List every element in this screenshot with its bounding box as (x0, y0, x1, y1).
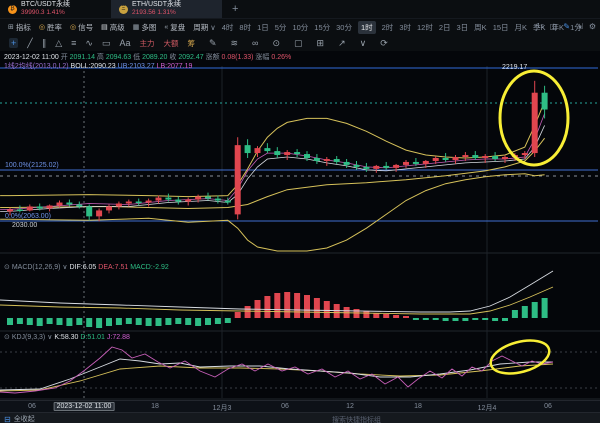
time-axis-label: 06 (281, 403, 289, 410)
indicator-name: 1线2均线(2013,0,L2) (4, 63, 69, 70)
time-axis-label: 06 (28, 403, 36, 410)
chevron-down-icon: ∨ (62, 264, 67, 271)
kdj-readout[interactable]: ⊙ KDJ(9,3,3) ∨ K:58.30 D:51.01 J:72.88 (4, 333, 130, 341)
time-axis-label: 06 (544, 403, 552, 410)
crosshair-time-label: 2023-12-02 11:00 (54, 402, 115, 411)
trading-terminal: ₿ BTC/USDT永续 39990.3 1.41% Ξ ETH/USDT永续 … (0, 0, 600, 423)
fib-100-label[interactable]: 100.0%(2125.02) (5, 162, 59, 169)
indicator-search-hint[interactable]: 搜索快捷指标组 (332, 415, 381, 423)
time-axis-label: 18 (414, 403, 422, 410)
high-price-label: 2219.17 (502, 64, 527, 71)
bottom-bar: ⊟ 全收起 搜索快捷指标组 (0, 412, 600, 423)
hover-datetime: 2023-12-02 11:00 (4, 54, 59, 61)
kdj-name: KDJ(9,3,3) (12, 334, 45, 341)
boll-readout[interactable]: 1线2均线(2013,0,L2) BOLL:2090.23 UB:2103.27… (4, 61, 192, 71)
fib-0-label[interactable]: 0.0%(2063.00) (5, 213, 51, 220)
macd-name: MACD(12,26,9) (12, 264, 61, 271)
price-mark-label: 2030.00 (12, 222, 37, 229)
macd-readout[interactable]: ⊙ MACD(12,26,9) ∨ DIF:6.05 DEA:7.51 MACD… (4, 263, 169, 271)
collapse-all-button[interactable]: ⊟ 全收起 (4, 414, 35, 423)
time-axis-label: 18 (151, 403, 159, 410)
chevron-down-icon: ∨ (47, 334, 52, 341)
time-axis-label: 12 (346, 403, 354, 410)
collapse-icon: ⊟ (4, 415, 11, 423)
